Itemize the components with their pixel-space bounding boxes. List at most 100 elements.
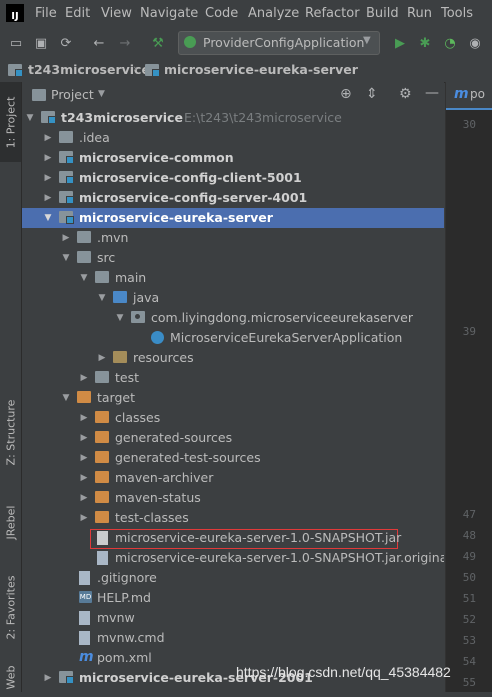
tree-node-maven-status[interactable]: ▶ maven-status: [22, 488, 444, 508]
menu-code[interactable]: Code: [205, 6, 238, 21]
expanded-arrow-icon[interactable]: ▼: [25, 112, 35, 124]
collapsed-arrow-icon[interactable]: ▶: [79, 412, 89, 424]
tool-tab-project[interactable]: 1: Project: [0, 82, 21, 162]
expanded-arrow-icon[interactable]: ▼: [61, 392, 71, 404]
expanded-arrow-icon[interactable]: ▼: [79, 272, 89, 284]
tree-node-generated-test-sources[interactable]: ▶ generated-test-sources: [22, 448, 444, 468]
tree-node-help[interactable]: MD HELP.md: [22, 588, 444, 608]
collapsed-arrow-icon[interactable]: ▶: [43, 132, 53, 144]
folder-icon: [95, 271, 109, 283]
forward-arrow-icon[interactable]: →: [117, 35, 133, 51]
tree-node-config-server[interactable]: ▶ microservice-config-server-4001: [22, 188, 444, 208]
expanded-arrow-icon[interactable]: ▼: [43, 212, 53, 224]
tree-node-path: E:\t243\t243microservice: [184, 110, 342, 125]
tree-node-src[interactable]: ▼ src: [22, 248, 444, 268]
menu-view[interactable]: View: [101, 6, 132, 21]
expanded-arrow-icon[interactable]: ▼: [115, 312, 125, 324]
collapsed-arrow-icon[interactable]: ▶: [79, 472, 89, 484]
excluded-folder-icon: [95, 511, 109, 523]
tree-node-mvn[interactable]: ▶ .mvn: [22, 228, 444, 248]
minimize-icon[interactable]: —: [425, 85, 439, 101]
build-hammer-icon[interactable]: ⚒: [150, 35, 166, 51]
tool-tab-web-label: Web: [4, 665, 18, 689]
tree-node-java[interactable]: ▼ java: [22, 288, 444, 308]
run-icon[interactable]: ▶: [392, 35, 408, 51]
tree-node-main[interactable]: ▼ main: [22, 268, 444, 288]
menu-file[interactable]: File: [35, 6, 57, 21]
tree-node-gitignore[interactable]: .gitignore: [22, 568, 444, 588]
module-folder-icon: [59, 211, 74, 224]
tree-node-generated-sources[interactable]: ▶ generated-sources: [22, 428, 444, 448]
tree-node-resources[interactable]: ▶ resources: [22, 348, 444, 368]
tree-node-root[interactable]: ▼ t243microservice E:\t243\t243microserv…: [22, 108, 444, 128]
tool-tab-favorites[interactable]: 2: Favorites: [0, 562, 21, 652]
tree-node-label: .mvn: [97, 230, 129, 245]
tree-node-target[interactable]: ▼ target: [22, 388, 444, 408]
tree-node-app-class[interactable]: MicroserviceEurekaServerApplication: [22, 328, 444, 348]
collapsed-arrow-icon[interactable]: ▶: [79, 512, 89, 524]
chevron-down-icon[interactable]: ▼: [98, 89, 105, 99]
tree-node-classes[interactable]: ▶ classes: [22, 408, 444, 428]
file-icon: [79, 571, 90, 585]
tree-node-test[interactable]: ▶ test: [22, 368, 444, 388]
menu-edit[interactable]: Edit: [65, 6, 90, 21]
collapsed-arrow-icon[interactable]: ▶: [43, 192, 53, 204]
menu-run[interactable]: Run: [407, 6, 432, 21]
tree-node-jar-original[interactable]: microservice-eureka-server-1.0-SNAPSHOT.…: [22, 548, 444, 568]
tool-tab-structure[interactable]: Z: Structure: [0, 387, 21, 477]
collapsed-arrow-icon[interactable]: ▶: [79, 432, 89, 444]
editor-tab-label: po: [470, 87, 485, 101]
collapse-all-icon[interactable]: ⇕: [366, 86, 378, 102]
tree-node-jar[interactable]: microservice-eureka-server-1.0-SNAPSHOT.…: [22, 528, 444, 549]
menu-analyze[interactable]: Analyze: [248, 6, 299, 21]
save-icon[interactable]: ▣: [33, 35, 49, 51]
excluded-folder-icon: [95, 431, 109, 443]
collapsed-arrow-icon[interactable]: ▶: [43, 172, 53, 184]
debug-icon[interactable]: ✱: [417, 35, 433, 51]
project-view-selector[interactable]: Project: [51, 87, 94, 102]
sync-icon[interactable]: ⟳: [58, 35, 74, 51]
tree-node-package[interactable]: ▼ com.liyingdong.microserviceeurekaserve…: [22, 308, 444, 328]
collapsed-arrow-icon[interactable]: ▶: [79, 372, 89, 384]
tree-node-maven-archiver[interactable]: ▶ maven-archiver: [22, 468, 444, 488]
project-panel-header: Project ▼ ⊕ ⇕ ⚙ —: [22, 82, 444, 109]
collapsed-arrow-icon[interactable]: ▶: [61, 232, 71, 244]
expanded-arrow-icon[interactable]: ▼: [97, 292, 107, 304]
collapsed-arrow-icon[interactable]: ▶: [97, 352, 107, 364]
menu-bar: IJ File Edit View Navigate Code Analyze …: [0, 0, 492, 28]
menu-build[interactable]: Build: [366, 6, 399, 21]
tree-node-idea[interactable]: ▶ .idea: [22, 128, 444, 148]
folder-icon: [59, 131, 73, 143]
project-view-icon: [32, 89, 46, 101]
open-folder-icon[interactable]: ▭: [8, 35, 24, 51]
tree-node-mvnw[interactable]: mvnw: [22, 608, 444, 628]
tree-node-mvnw-cmd[interactable]: mvnw.cmd: [22, 628, 444, 648]
menu-tools[interactable]: Tools: [441, 6, 473, 21]
collapsed-arrow-icon[interactable]: ▶: [79, 492, 89, 504]
breadcrumb: t243microservice › microservice-eureka-s…: [0, 58, 492, 83]
editor-tab-pom[interactable]: m po: [446, 82, 492, 110]
profile-icon[interactable]: ◉: [467, 35, 483, 51]
line-number: 53: [462, 634, 476, 647]
menu-navigate[interactable]: Navigate: [140, 6, 198, 21]
expanded-arrow-icon[interactable]: ▼: [61, 252, 71, 264]
menu-refactor[interactable]: Refactor: [305, 6, 360, 21]
tree-node-test-classes[interactable]: ▶ test-classes: [22, 508, 444, 528]
breadcrumb-item-module[interactable]: microservice-eureka-server: [164, 62, 358, 77]
tool-tab-jrebel[interactable]: JRebel: [0, 492, 21, 552]
file-icon: [79, 611, 90, 625]
gear-icon[interactable]: ⚙: [399, 86, 412, 102]
collapsed-arrow-icon[interactable]: ▶: [43, 672, 53, 684]
tool-tab-web[interactable]: Web: [0, 657, 21, 697]
collapsed-arrow-icon[interactable]: ▶: [79, 452, 89, 464]
back-arrow-icon[interactable]: ←: [91, 35, 107, 51]
collapsed-arrow-icon[interactable]: ▶: [43, 152, 53, 164]
breadcrumb-item-project[interactable]: t243microservice: [28, 62, 150, 77]
chevron-down-icon: ▼: [363, 35, 371, 46]
coverage-icon[interactable]: ◔: [442, 35, 458, 51]
run-configuration-select[interactable]: ProviderConfigApplication ▼: [178, 31, 380, 55]
tree-node-common[interactable]: ▶ microservice-common: [22, 148, 444, 168]
tree-node-config-client[interactable]: ▶ microservice-config-client-5001: [22, 168, 444, 188]
locate-target-icon[interactable]: ⊕: [340, 86, 352, 102]
tree-node-eureka-server[interactable]: ▼ microservice-eureka-server: [22, 208, 444, 228]
